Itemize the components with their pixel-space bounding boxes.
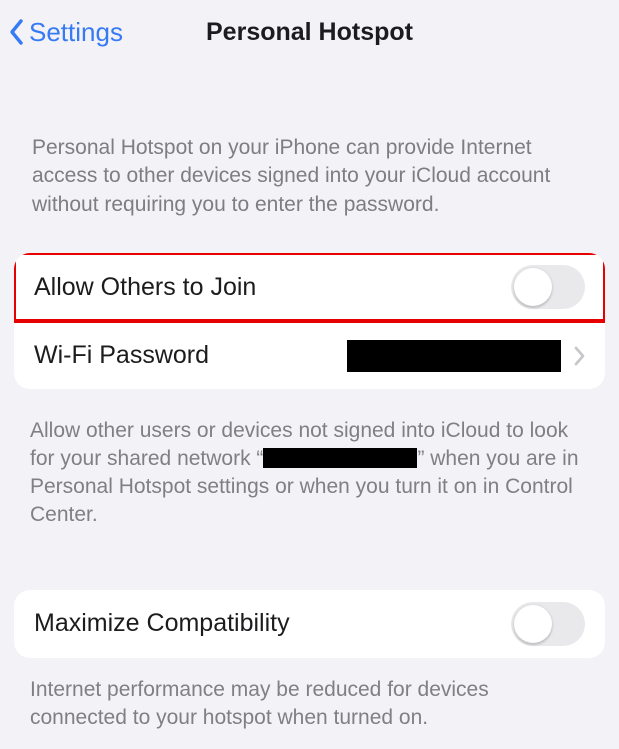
settings-group-compatibility: Maximize Compatibility: [14, 590, 605, 658]
network-name-redacted: [263, 448, 417, 468]
chevron-left-icon: [8, 18, 25, 46]
maximize-compatibility-row[interactable]: Maximize Compatibility: [14, 590, 605, 658]
maximize-compatibility-label: Maximize Compatibility: [34, 609, 290, 638]
allow-others-row[interactable]: Allow Others to Join: [14, 253, 605, 321]
wifi-password-value-redacted: [347, 340, 561, 372]
allow-others-label: Allow Others to Join: [34, 273, 256, 302]
settings-group-hotspot: Allow Others to Join Wi-Fi Password: [14, 253, 605, 389]
intro-description: Personal Hotspot on your iPhone can prov…: [0, 134, 619, 219]
maximize-compatibility-help-text: Internet performance may be reduced for …: [0, 676, 619, 732]
allow-others-help-text: Allow other users or devices not signed …: [0, 417, 619, 530]
wifi-password-label: Wi-Fi Password: [34, 341, 209, 370]
navigation-bar: Settings Personal Hotspot: [0, 0, 619, 64]
back-button[interactable]: Settings: [0, 17, 123, 48]
allow-others-toggle[interactable]: [511, 265, 585, 309]
maximize-compatibility-toggle[interactable]: [511, 602, 585, 646]
page-title: Personal Hotspot: [206, 18, 413, 47]
chevron-right-icon: [573, 346, 585, 366]
wifi-password-row[interactable]: Wi-Fi Password: [14, 321, 605, 389]
back-label: Settings: [29, 17, 123, 48]
